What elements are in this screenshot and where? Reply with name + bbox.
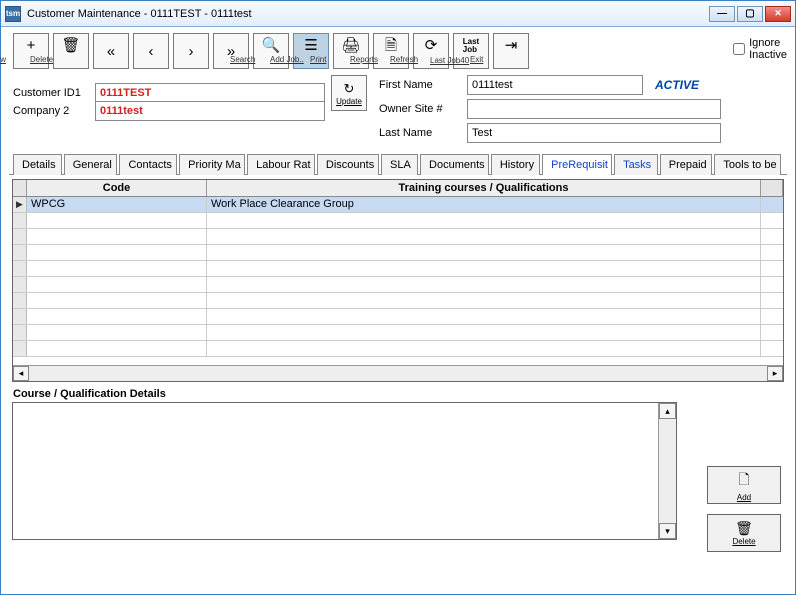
details-heading: Course / Qualification Details xyxy=(9,382,787,402)
update-icon: ↻ xyxy=(344,81,355,97)
chevron-right-icon: › xyxy=(189,44,194,59)
tab-labour-rat[interactable]: Labour Rat xyxy=(247,154,315,175)
toolbar: +New 🗑Delete « ‹ › » 🔍Search ☰Add Job.. … xyxy=(9,31,787,75)
grid-hscrollbar[interactable]: ◂ ▸ xyxy=(13,365,783,381)
app-icon: tsm xyxy=(5,6,21,22)
last-name-input[interactable] xyxy=(467,123,721,143)
tab-documents[interactable]: Documents xyxy=(420,154,489,175)
table-row[interactable] xyxy=(13,213,783,229)
tab-general[interactable]: General xyxy=(64,154,118,175)
lastjob-icon: LastJob xyxy=(463,38,479,54)
add-button[interactable]: 🗋Add xyxy=(707,466,781,504)
document-icon: 🗎 xyxy=(385,38,397,53)
first-name-input[interactable] xyxy=(467,75,643,95)
grid: Code Training courses / Qualifications ▶… xyxy=(12,179,784,382)
scroll-down-icon[interactable]: ▾ xyxy=(659,523,676,539)
table-row[interactable] xyxy=(13,229,783,245)
last-name-label: Last Name xyxy=(379,127,467,139)
first-name-label: First Name xyxy=(379,79,467,91)
chevron-left-icon: ‹ xyxy=(149,44,154,59)
company-input[interactable] xyxy=(95,101,325,121)
exit-button[interactable]: ⇥Exit xyxy=(493,33,529,69)
delete-button[interactable]: 🗑Delete xyxy=(53,33,89,69)
table-row[interactable] xyxy=(13,309,783,325)
list-icon: ☰ xyxy=(304,38,317,53)
table-row[interactable] xyxy=(13,293,783,309)
window-title: Customer Maintenance - 0111TEST - 0111te… xyxy=(27,8,709,20)
search-icon: 🔍 xyxy=(262,38,281,53)
status-badge: ACTIVE xyxy=(655,78,699,92)
table-row[interactable]: ▶WPCGWork Place Clearance Group xyxy=(13,197,783,213)
grid-header-spacer xyxy=(761,180,783,196)
tab-priority-ma[interactable]: Priority Ma xyxy=(179,154,245,175)
add-icon: 🗋 xyxy=(738,469,749,493)
nav-first-button[interactable]: « xyxy=(93,33,129,69)
print-icon: 🖨 xyxy=(341,38,360,53)
owner-site-label: Owner Site # xyxy=(379,103,467,115)
scroll-right-icon[interactable]: ▸ xyxy=(767,366,783,381)
table-row[interactable] xyxy=(13,261,783,277)
nav-prev-button[interactable]: ‹ xyxy=(133,33,169,69)
nav-next-button[interactable]: › xyxy=(173,33,209,69)
owner-site-input[interactable] xyxy=(467,99,721,119)
tab-history[interactable]: History xyxy=(491,154,540,175)
customer-id-label: Customer ID1 xyxy=(13,87,95,99)
ignore-inactive-checkbox[interactable]: Ignore Inactive xyxy=(733,37,787,61)
customer-id-input[interactable] xyxy=(95,83,325,103)
delete-row-button[interactable]: 🗑Delete xyxy=(707,514,781,552)
scroll-left-icon[interactable]: ◂ xyxy=(13,366,29,381)
tab-sla[interactable]: SLA xyxy=(381,154,418,175)
table-row[interactable] xyxy=(13,325,783,341)
minimize-button[interactable]: — xyxy=(709,6,735,22)
tab-contacts[interactable]: Contacts xyxy=(119,154,177,175)
tab-prerequisit[interactable]: PreRequisit xyxy=(542,154,612,175)
tab-discounts[interactable]: Discounts xyxy=(317,154,379,175)
company-label: Company 2 xyxy=(13,105,95,117)
table-row[interactable] xyxy=(13,245,783,261)
tab-prepaid[interactable]: Prepaid xyxy=(660,154,713,175)
maximize-button[interactable]: ▢ xyxy=(737,6,763,22)
plus-icon: + xyxy=(27,38,36,53)
scroll-up-icon[interactable]: ▴ xyxy=(659,403,676,419)
trash-icon: 🗑 xyxy=(61,38,80,53)
grid-header-code[interactable]: Code xyxy=(27,180,207,196)
tab-tools-to-be[interactable]: Tools to be xyxy=(714,154,781,175)
refresh-icon: ⟳ xyxy=(425,38,438,53)
tab-details[interactable]: Details xyxy=(13,154,62,175)
details-vscrollbar[interactable]: ▴ ▾ xyxy=(658,403,676,539)
table-row[interactable] xyxy=(13,341,783,357)
tab-bar: DetailsGeneralContactsPriority MaLabour … xyxy=(9,153,787,175)
exit-icon: ⇥ xyxy=(505,38,518,53)
details-textarea[interactable] xyxy=(13,403,658,539)
details-textarea-wrap: ▴ ▾ xyxy=(12,402,677,540)
table-row[interactable] xyxy=(13,277,783,293)
rewind-icon: « xyxy=(107,44,115,59)
titlebar: tsm Customer Maintenance - 0111TEST - 01… xyxy=(1,1,795,27)
close-button[interactable]: ✕ xyxy=(765,6,791,22)
trash-icon: 🗑 xyxy=(735,520,753,537)
tab-tasks[interactable]: Tasks xyxy=(614,154,658,175)
grid-header-desc[interactable]: Training courses / Qualifications xyxy=(207,180,761,196)
